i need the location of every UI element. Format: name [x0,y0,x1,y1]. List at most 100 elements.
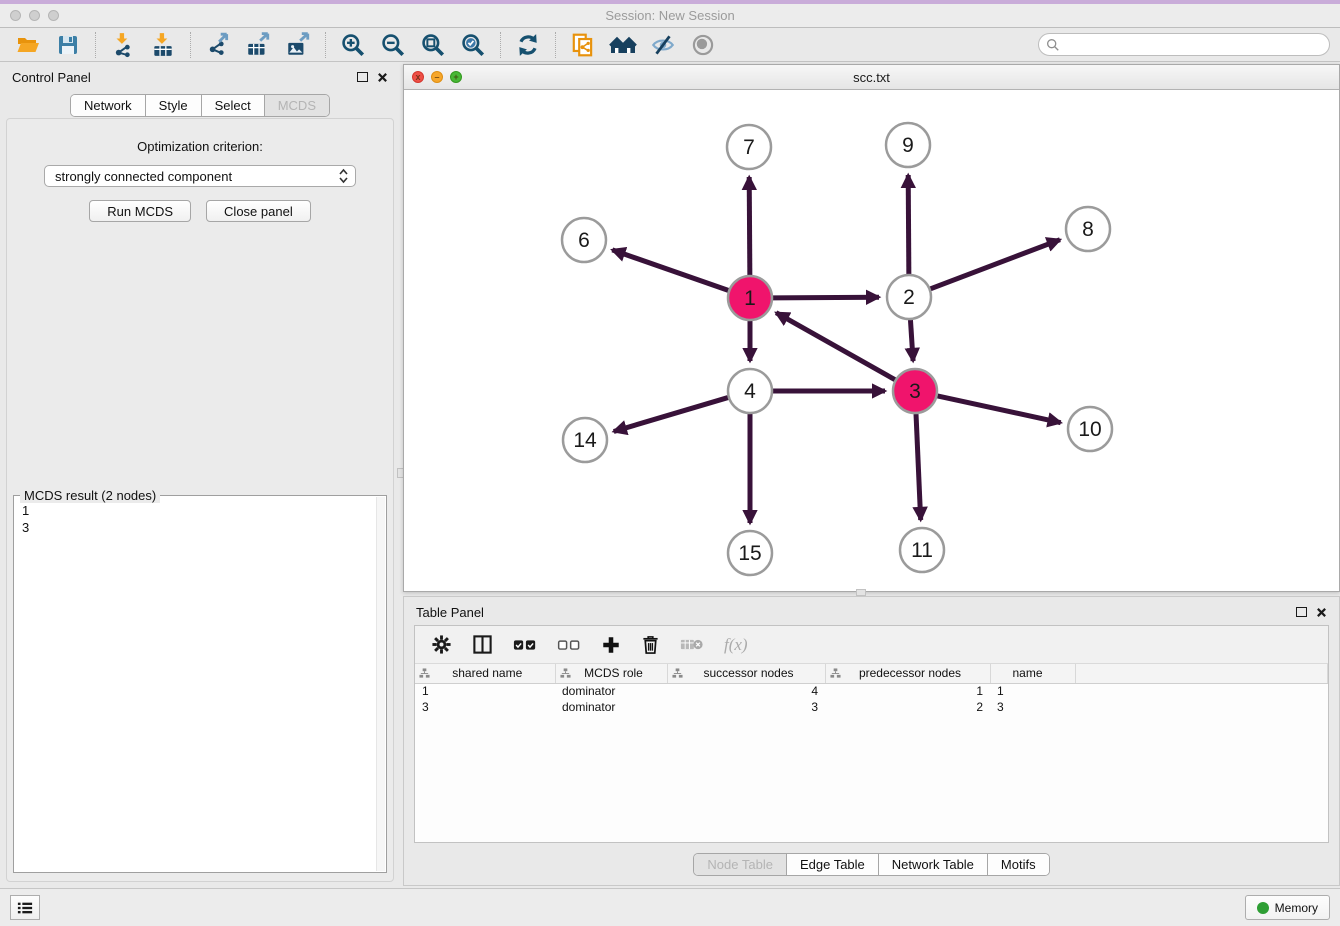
tab-node-table[interactable]: Node Table [694,854,786,875]
close-panel-button[interactable]: Close panel [206,200,311,222]
import-table-icon[interactable] [143,30,183,60]
tab-motifs[interactable]: Motifs [987,854,1049,875]
zoom-out-icon[interactable] [373,30,413,60]
column-tree-icon [830,668,841,679]
edge-3-10[interactable] [937,396,1060,423]
tab-select[interactable]: Select [201,95,264,116]
main-toolbar [0,28,1340,62]
memory-status-icon [1257,902,1269,914]
float-panel-icon[interactable] [357,72,368,82]
cell-mcds-role[interactable]: dominator [555,699,667,715]
edge-1-6[interactable] [612,250,728,291]
search-input[interactable] [1038,33,1330,56]
table-row[interactable]: 1 dominator 4 1 1 [415,683,1328,699]
window-title: Session: New Session [0,8,1340,23]
export-table-icon[interactable] [238,30,278,60]
result-scrollbar[interactable] [376,497,385,871]
home-views-icon[interactable] [603,30,643,60]
cell-shared-name[interactable]: 1 [415,683,555,699]
control-panel-tabbar: Network Style Select MCDS [70,94,330,117]
result-line: 1 [22,502,378,519]
split-columns-icon[interactable] [472,634,493,655]
optimization-criterion-label: Optimization criterion: [7,139,393,154]
delete-icon[interactable] [641,634,660,655]
col-predecessor-nodes[interactable]: predecessor nodes [825,664,990,683]
control-panel-header: Control Panel [0,62,400,92]
task-history-button[interactable] [10,895,40,920]
cell-mcds-role[interactable]: dominator [555,683,667,699]
edge-1-7[interactable] [749,177,750,275]
zoom-fit-icon[interactable] [413,30,453,60]
hide-eye-slash-icon[interactable] [643,30,683,60]
cell-predecessor-nodes[interactable]: 1 [825,683,990,699]
edge-3-11[interactable] [916,414,921,520]
run-mcds-button[interactable]: Run MCDS [89,200,191,222]
edge-1-2[interactable] [773,297,879,298]
table-row[interactable]: 3 dominator 3 2 3 [415,699,1328,715]
edge-3-1[interactable] [776,313,895,380]
cell-name[interactable]: 1 [990,683,1075,699]
node-table-container: f(x) shared name MCDS role successor nod… [414,625,1329,843]
gear-icon[interactable] [431,634,452,655]
edge-2-8[interactable] [931,240,1060,289]
import-network-icon[interactable] [103,30,143,60]
refresh-icon[interactable] [508,30,548,60]
graph-node-label: 9 [902,134,914,157]
tab-style[interactable]: Style [145,95,201,116]
column-tree-icon [419,668,430,679]
cell-shared-name[interactable]: 3 [415,699,555,715]
save-session-icon[interactable] [48,30,88,60]
close-table-panel-icon[interactable] [1316,607,1327,618]
stepper-icon [338,168,349,184]
horizontal-splitter-handle[interactable] [856,589,866,596]
network-graph[interactable]: 1234678910111415 [404,90,1339,591]
memory-label: Memory [1275,901,1318,915]
function-fx-icon: f(x) [724,635,748,655]
cell-name[interactable]: 3 [990,699,1075,715]
edge-4-14[interactable] [614,398,728,432]
delete-table-icon [680,636,704,653]
float-table-panel-icon[interactable] [1296,607,1307,617]
list-icon [16,900,34,916]
table-tabbar: Node Table Edge Table Network Table Moti… [693,853,1049,876]
search-field[interactable] [1065,36,1329,54]
edge-2-3[interactable] [910,320,913,361]
column-tree-icon [672,668,683,679]
tab-mcds[interactable]: MCDS [264,95,329,116]
zoom-in-icon[interactable] [333,30,373,60]
memory-button[interactable]: Memory [1245,895,1330,920]
col-name[interactable]: name [990,664,1075,683]
status-bar: Memory [0,888,1340,926]
graph-node-label: 4 [744,380,756,403]
add-column-icon[interactable] [601,635,621,655]
col-successor-nodes[interactable]: successor nodes [667,664,825,683]
tab-network-table[interactable]: Network Table [878,854,987,875]
deselect-all-icon[interactable] [557,637,581,653]
cell-successor-nodes[interactable]: 3 [667,699,825,715]
clone-network-icon[interactable] [563,30,603,60]
col-mcds-role[interactable]: MCDS role [555,664,667,683]
network-view-window: x – + scc.txt 1234678910111415 [403,64,1340,592]
tab-edge-table[interactable]: Edge Table [786,854,878,875]
tab-network[interactable]: Network [71,95,145,116]
col-shared-name[interactable]: shared name [415,664,555,683]
cell-predecessor-nodes[interactable]: 2 [825,699,990,715]
select-all-icon[interactable] [513,637,537,653]
network-window-titlebar[interactable]: x – + scc.txt [404,65,1339,90]
criterion-select[interactable]: strongly connected component [44,165,356,187]
edge-2-9[interactable] [908,175,909,274]
graph-node-label: 2 [903,286,915,309]
search-icon [1046,38,1060,52]
mcds-result-box: MCDS result (2 nodes) 1 3 [13,495,387,873]
zoom-selected-icon[interactable] [453,30,493,60]
graph-node-label: 3 [909,380,921,403]
control-panel-title: Control Panel [12,70,91,85]
col-filler [1075,664,1328,683]
cell-successor-nodes[interactable]: 4 [667,683,825,699]
export-image-icon[interactable] [278,30,318,60]
open-session-icon[interactable] [8,30,48,60]
network-canvas[interactable]: 1234678910111415 [404,90,1339,591]
export-network-icon[interactable] [198,30,238,60]
close-panel-icon[interactable] [377,72,388,83]
show-eye-icon[interactable] [683,30,723,60]
